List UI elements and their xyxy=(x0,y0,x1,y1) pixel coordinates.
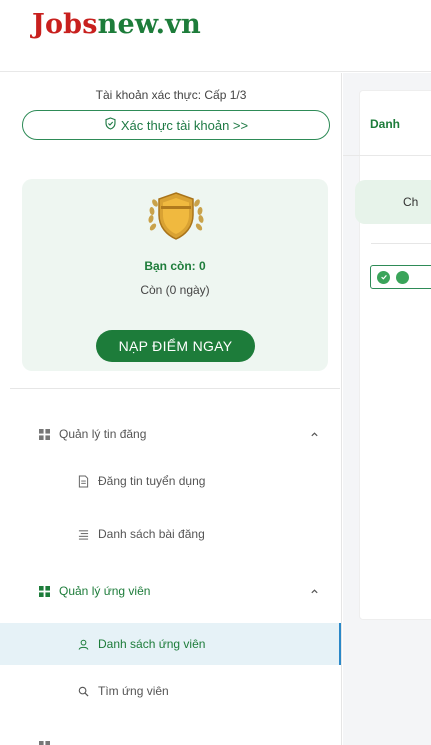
chevron-up-icon xyxy=(310,585,320,595)
status-tab-label: Ch xyxy=(403,195,419,209)
document-icon xyxy=(76,474,90,488)
main-content: Danh Ch xyxy=(343,73,431,745)
menu-item-find-candidate-label: Tìm ứng viên xyxy=(98,684,169,698)
menu-item-post-list[interactable]: Danh sách bài đăng xyxy=(0,513,341,555)
content-panel xyxy=(359,90,431,620)
menu-manage-posts[interactable]: Quản lý tin đăng xyxy=(0,413,341,455)
grid-icon xyxy=(37,584,51,598)
filter-button[interactable] xyxy=(370,265,431,289)
menu-item-candidate-list-label: Danh sách ứng viên xyxy=(98,637,206,651)
top-header: Jobsnew.vn xyxy=(0,0,431,72)
panel-divider-2 xyxy=(371,243,431,244)
menu-item-candidate-list[interactable]: Danh sách ứng viên xyxy=(0,623,341,665)
sidebar-divider xyxy=(10,388,340,389)
user-icon xyxy=(76,637,90,651)
grid-icon xyxy=(37,739,51,745)
shield-check-icon xyxy=(104,117,117,133)
sidebar: Tài khoản xác thực: Cấp 1/3 Xác thực tài… xyxy=(0,73,342,745)
menu-manage-posts-label: Quản lý tin đăng xyxy=(59,427,147,441)
panel-divider xyxy=(343,155,431,156)
menu-manage-candidates-label: Quản lý ứng viên xyxy=(59,584,151,598)
check-circle-icon xyxy=(377,270,390,284)
menu-item-partial[interactable] xyxy=(0,725,341,745)
balance-card: Bạn còn: 0 Còn (0 ngày) NẠP ĐIỂM NGAY xyxy=(22,179,328,371)
grid-icon xyxy=(37,427,51,441)
chevron-up-icon xyxy=(310,428,320,438)
menu-item-post-job[interactable]: Đăng tin tuyển dụng xyxy=(0,460,341,502)
topup-points-button[interactable]: NẠP ĐIỂM NGAY xyxy=(96,330,255,362)
verify-account-button[interactable]: Xác thực tài khoản >> xyxy=(22,110,330,140)
menu-item-find-candidate[interactable]: Tìm ứng viên xyxy=(0,670,341,712)
logo-text-jobs: Jobs xyxy=(32,9,98,40)
search-icon xyxy=(76,684,90,698)
status-tab[interactable]: Ch xyxy=(355,180,431,224)
remaining-points: Bạn còn: 0 xyxy=(144,259,206,273)
status-dot-icon xyxy=(396,270,409,284)
menu-manage-candidates[interactable]: Quản lý ứng viên xyxy=(0,570,341,612)
remaining-days: Còn (0 ngày) xyxy=(140,283,210,297)
menu-item-post-job-label: Đăng tin tuyển dụng xyxy=(98,474,206,488)
verify-level-label: Tài khoản xác thực: Cấp 1/3 xyxy=(95,88,247,102)
site-logo[interactable]: Jobsnew.vn xyxy=(32,9,201,40)
list-lines-icon xyxy=(76,527,90,541)
panel-title: Danh xyxy=(370,117,400,131)
menu-item-post-list-label: Danh sách bài đăng xyxy=(98,527,205,541)
logo-text-new: new.vn xyxy=(97,9,201,40)
gold-shield-badge-icon xyxy=(144,187,208,245)
verify-account-label: Xác thực tài khoản >> xyxy=(120,117,249,133)
